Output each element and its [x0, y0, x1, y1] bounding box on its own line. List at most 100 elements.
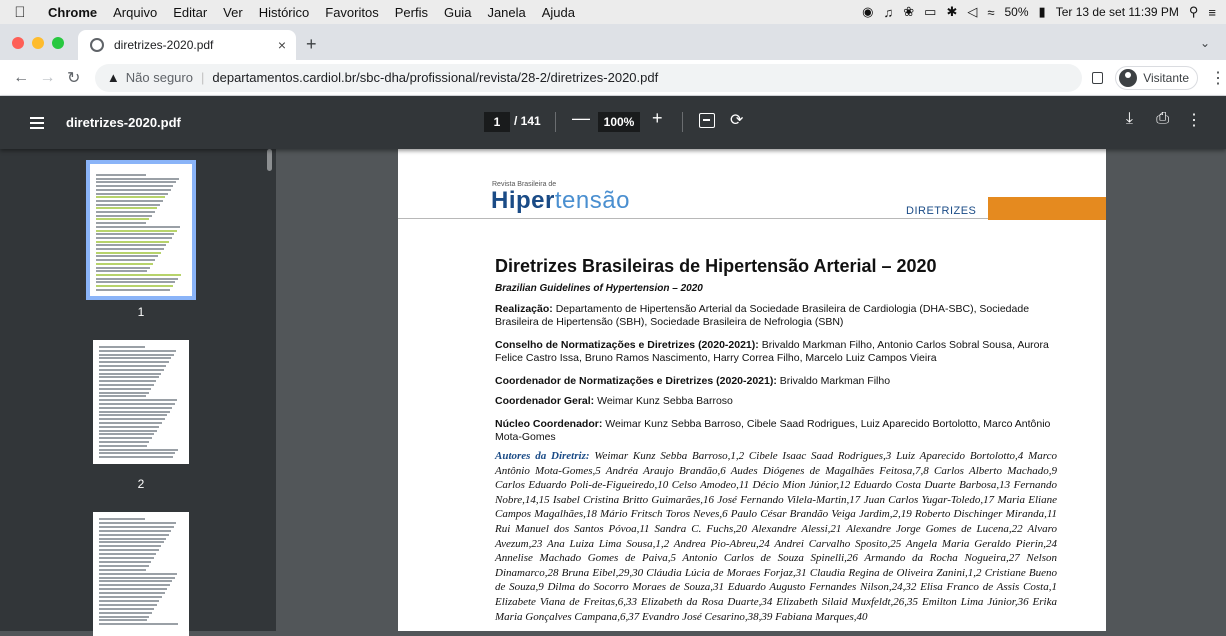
menu-item-perfis[interactable]: Perfis — [387, 5, 436, 20]
thumbnail-text-line — [99, 425, 159, 428]
tab-search-chevron-icon[interactable]: ⌄ — [1200, 36, 1210, 50]
sound-output-icon[interactable]: ♫ — [884, 5, 894, 20]
menu-item-guia[interactable]: Guia — [436, 5, 479, 20]
thumbnail-text-line — [99, 521, 176, 524]
more-icon[interactable]: ⋮ — [1186, 110, 1202, 130]
thumbnail-text-line — [99, 380, 156, 383]
chrome-menu-icon[interactable]: ⋮ — [1210, 68, 1226, 88]
focus-icon[interactable]: ◉ — [862, 4, 873, 20]
thumbnail-text-line — [96, 214, 152, 217]
forward-icon[interactable]: → — [34, 69, 60, 87]
thumbnail-text-line — [99, 444, 147, 447]
minimize-window-button[interactable] — [32, 37, 44, 49]
clock[interactable]: Ter 13 de set 11:39 PM — [1056, 5, 1179, 19]
wifi-icon[interactable]: ≈ — [987, 5, 994, 20]
thumbnail-text-line — [99, 456, 173, 459]
thumbnail-text-line — [99, 564, 149, 567]
thumbnail-page-1[interactable] — [86, 160, 196, 300]
fit-page-icon[interactable] — [699, 113, 715, 128]
extension-icon[interactable]: ❀ — [903, 4, 914, 20]
thumbnail-text-line — [99, 403, 175, 405]
rotate-icon[interactable]: ⟳ — [730, 110, 743, 130]
pdf-title: diretrizes-2020.pdf — [66, 115, 181, 130]
menu-item-ver[interactable]: Ver — [215, 5, 251, 20]
menu-item-arquivo[interactable]: Arquivo — [105, 5, 165, 20]
menu-item-janela[interactable]: Janela — [479, 5, 533, 20]
zoom-level-input[interactable]: 100% — [598, 112, 640, 132]
apple-icon[interactable]:  — [0, 4, 40, 21]
thumbnail-text-line — [99, 433, 154, 436]
thumbnail-text-line — [96, 218, 149, 221]
page-number-input[interactable]: 1 — [484, 112, 510, 132]
sidepanel-icon[interactable] — [1091, 71, 1104, 84]
thumbnail-text-line — [99, 441, 149, 443]
thumbnail-text-line — [99, 592, 165, 595]
zoom-in-button[interactable]: + — [652, 108, 663, 129]
thumbnail-text-line — [96, 262, 153, 265]
toolbar-divider — [682, 112, 683, 132]
profile-button[interactable]: Visitante — [1115, 65, 1198, 90]
omnibox[interactable]: ▲ Não seguro | departamentos.cardiol.br/… — [94, 63, 1082, 92]
thumbnail-text-line — [99, 541, 164, 544]
header-rule — [398, 218, 988, 219]
print-icon[interactable]: ⎙ — [1156, 110, 1169, 128]
menu-item-favoritos[interactable]: Favoritos — [317, 5, 386, 20]
thumbnail-text-line — [96, 207, 157, 210]
document-subtitle: Brazilian Guidelines of Hypertension – 2… — [495, 283, 703, 294]
thumbnail-text-line — [99, 603, 157, 606]
reload-icon[interactable]: ↻ — [61, 68, 87, 88]
thumbnail-text-line — [99, 553, 156, 556]
spotlight-search-icon[interactable]: ⚲ — [1189, 4, 1199, 20]
journal-logo: Hipertensão — [491, 187, 630, 214]
warning-icon[interactable]: ▲ — [107, 70, 120, 85]
menu-item-historico[interactable]: Histórico — [251, 5, 318, 20]
menu-item-ajuda[interactable]: Ajuda — [534, 5, 583, 20]
toolbar-divider — [555, 112, 556, 132]
document-viewer[interactable]: Revista Brasileira de Hipertensão DIRETR… — [276, 149, 1226, 631]
status-menus: ◉ ♫ ❀ ▭ ✱ ◁ ≈ 50% ▮ Ter 13 de set 11:39 … — [862, 4, 1226, 20]
thumbnail-text-line — [96, 266, 150, 269]
menu-item-editar[interactable]: Editar — [165, 5, 215, 20]
zoom-window-button[interactable] — [52, 37, 64, 49]
thumbnail-text-line — [99, 572, 177, 575]
screen-mirroring-icon[interactable]: ▭ — [924, 4, 936, 20]
battery-percent[interactable]: 50% — [1005, 5, 1029, 19]
profile-icon — [1119, 68, 1138, 87]
close-window-button[interactable] — [12, 37, 24, 49]
thumbnail-text-line — [96, 285, 173, 287]
thumbnail-text-line — [99, 537, 166, 540]
section-label: DIRETRIZES — [906, 205, 977, 217]
battery-icon[interactable]: ▮ — [1039, 4, 1046, 20]
thumbnail-text-line — [99, 361, 169, 364]
thumbnail-text-line — [96, 259, 155, 262]
new-tab-button[interactable]: + — [306, 34, 317, 55]
thumbnail-text-line — [96, 192, 168, 195]
download-icon[interactable]: ⤓ — [1126, 110, 1133, 128]
thumbnail-text-line — [99, 599, 159, 602]
thumbnail-text-line — [96, 244, 166, 247]
menu-app-name[interactable]: Chrome — [40, 5, 105, 20]
thumbnail-text-line — [96, 174, 146, 176]
back-icon[interactable]: ← — [8, 69, 34, 87]
realizacao-paragraph: Realização: Departamento de Hipertensão … — [495, 303, 1030, 328]
sidebar-scrollbar[interactable] — [267, 149, 272, 171]
thumbnail-page-2[interactable] — [93, 340, 189, 464]
close-tab-button[interactable]: × — [272, 37, 292, 53]
control-center-icon[interactable]: ≡ — [1208, 5, 1216, 20]
security-label[interactable]: Não seguro — [126, 70, 193, 85]
url-text[interactable]: departamentos.cardiol.br/sbc-dha/profiss… — [212, 70, 658, 85]
zoom-out-button[interactable]: — — [572, 108, 590, 129]
conselho-paragraph: Conselho de Normatizações e Diretrizes (… — [495, 339, 1049, 364]
thumbnail-text-line — [96, 288, 170, 291]
profile-label: Visitante — [1143, 70, 1189, 85]
menu-icon[interactable] — [30, 114, 44, 132]
volume-icon[interactable]: ◁ — [967, 4, 977, 20]
thumbnail-text-line — [99, 399, 177, 402]
bluetooth-icon[interactable]: ✱ — [946, 4, 957, 20]
thumbnail-text-line — [99, 576, 175, 579]
thumbnail-page-3[interactable] — [93, 512, 189, 636]
thumbnail-text-line — [99, 422, 162, 424]
thumbnail-text-line — [99, 452, 175, 455]
tab-diretrizes[interactable]: diretrizes-2020.pdf × — [78, 30, 296, 60]
thumbnail-text-line — [96, 211, 155, 213]
